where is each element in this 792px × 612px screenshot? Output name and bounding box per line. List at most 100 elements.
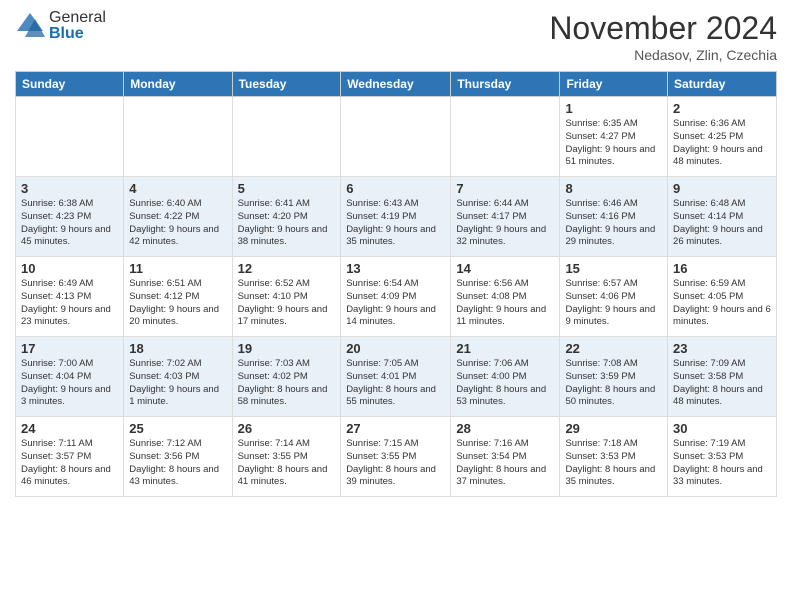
- month-title: November 2024: [549, 10, 777, 47]
- col-sunday: Sunday: [16, 72, 124, 97]
- logo-blue: Blue: [49, 26, 106, 42]
- calendar-cell-w4d0: 24Sunrise: 7:11 AM Sunset: 3:57 PM Dayli…: [16, 417, 124, 497]
- day-number: 6: [346, 181, 445, 196]
- calendar-cell-w0d4: [451, 97, 560, 177]
- logo-text: General Blue: [49, 10, 106, 42]
- calendar-cell-w1d6: 9 Sunrise: 6:48 AM Sunset: 4:14 PM Daylig…: [668, 177, 777, 257]
- day-info: Sunrise: 6:48 AM Sunset: 4:14 PM Dayligh…: [673, 198, 771, 249]
- calendar-cell-w4d5: 29 Sunrise: 7:18 AM Sunset: 3:53 PM Dayli…: [560, 417, 668, 497]
- day-info: Sunrise: 6:52 AM Sunset: 4:10 PM Dayligh…: [238, 278, 336, 329]
- calendar-cell-w4d4: 28 Sunrise: 7:16 AM Sunset: 3:54 PM Dayli…: [451, 417, 560, 497]
- calendar-cell-w4d3: 27 Sunrise: 7:15 AM Sunset: 3:55 PM Dayli…: [341, 417, 451, 497]
- calendar-cell-w0d1: [124, 97, 232, 177]
- day-info: Sunrise: 6:46 AM Sunset: 4:16 PM Dayligh…: [565, 198, 662, 249]
- calendar-cell-w2d2: 12 Sunrise: 6:52 AM Sunset: 4:10 PM Dayli…: [232, 257, 341, 337]
- day-number: 12: [238, 261, 336, 276]
- calendar-cell-w2d3: 13 Sunrise: 6:54 AM Sunset: 4:09 PM Dayli…: [341, 257, 451, 337]
- day-info: Sunrise: 7:15 AM Sunset: 3:55 PM Dayligh…: [346, 438, 445, 489]
- day-info: Sunrise: 7:03 AM Sunset: 4:02 PM Dayligh…: [238, 358, 336, 409]
- day-info: Sunrise: 7:12 AM Sunset: 3:56 PM Dayligh…: [129, 438, 226, 489]
- day-info: Sunrise: 7:00 AM Sunset: 4:04 PM Dayligh…: [21, 358, 118, 409]
- day-info: Sunrise: 6:49 AM Sunset: 4:13 PM Dayligh…: [21, 278, 118, 329]
- day-info: Sunrise: 6:36 AM Sunset: 4:25 PM Dayligh…: [673, 118, 771, 169]
- day-number: 26: [238, 421, 336, 436]
- calendar-cell-w2d1: 11 Sunrise: 6:51 AM Sunset: 4:12 PM Dayli…: [124, 257, 232, 337]
- calendar-cell-w2d4: 14Sunrise: 6:56 AM Sunset: 4:08 PM Dayli…: [451, 257, 560, 337]
- day-number: 10: [21, 261, 118, 276]
- day-number: 25: [129, 421, 226, 436]
- day-number: 30: [673, 421, 771, 436]
- day-info: Sunrise: 7:05 AM Sunset: 4:01 PM Dayligh…: [346, 358, 445, 409]
- day-number: 15: [565, 261, 662, 276]
- day-info: Sunrise: 7:16 AM Sunset: 3:54 PM Dayligh…: [456, 438, 554, 489]
- col-wednesday: Wednesday: [341, 72, 451, 97]
- day-info: Sunrise: 6:54 AM Sunset: 4:09 PM Dayligh…: [346, 278, 445, 329]
- day-info: Sunrise: 6:59 AM Sunset: 4:05 PM Dayligh…: [673, 278, 771, 329]
- day-info: Sunrise: 7:02 AM Sunset: 4:03 PM Dayligh…: [129, 358, 226, 409]
- day-number: 20: [346, 341, 445, 356]
- day-info: Sunrise: 6:41 AM Sunset: 4:20 PM Dayligh…: [238, 198, 336, 249]
- calendar-cell-w0d2: [232, 97, 341, 177]
- day-number: 22: [565, 341, 662, 356]
- calendar-cell-w3d2: 19 Sunrise: 7:03 AM Sunset: 4:02 PM Dayli…: [232, 337, 341, 417]
- day-number: 28: [456, 421, 554, 436]
- calendar-cell-w0d6: 2 Sunrise: 6:36 AM Sunset: 4:25 PM Daylig…: [668, 97, 777, 177]
- logo-general: General: [49, 10, 106, 26]
- logo: General Blue: [15, 10, 106, 42]
- day-info: Sunrise: 6:40 AM Sunset: 4:22 PM Dayligh…: [129, 198, 226, 249]
- day-number: 1: [565, 101, 662, 116]
- day-number: 21: [456, 341, 554, 356]
- day-number: 23: [673, 341, 771, 356]
- day-number: 27: [346, 421, 445, 436]
- day-info: Sunrise: 6:44 AM Sunset: 4:17 PM Dayligh…: [456, 198, 554, 249]
- title-section: November 2024 Nedasov, Zlin, Czechia: [549, 10, 777, 63]
- calendar-cell-w3d0: 17 Sunrise: 7:00 AM Sunset: 4:04 PM Dayli…: [16, 337, 124, 417]
- header: General Blue November 2024 Nedasov, Zlin…: [15, 10, 777, 63]
- page-container: General Blue November 2024 Nedasov, Zlin…: [0, 0, 792, 507]
- day-number: 16: [673, 261, 771, 276]
- calendar-cell-w0d5: 1 Sunrise: 6:35 AM Sunset: 4:27 PM Daylig…: [560, 97, 668, 177]
- calendar-cell-w3d1: 18Sunrise: 7:02 AM Sunset: 4:03 PM Dayli…: [124, 337, 232, 417]
- day-info: Sunrise: 7:06 AM Sunset: 4:00 PM Dayligh…: [456, 358, 554, 409]
- day-number: 24: [21, 421, 118, 436]
- day-number: 13: [346, 261, 445, 276]
- calendar-cell-w0d0: [16, 97, 124, 177]
- day-info: Sunrise: 7:09 AM Sunset: 3:58 PM Dayligh…: [673, 358, 771, 409]
- day-number: 7: [456, 181, 554, 196]
- calendar: Sunday Monday Tuesday Wednesday Thursday…: [15, 71, 777, 497]
- day-number: 17: [21, 341, 118, 356]
- calendar-week-4: 24Sunrise: 7:11 AM Sunset: 3:57 PM Dayli…: [16, 417, 777, 497]
- calendar-cell-w3d4: 21 Sunrise: 7:06 AM Sunset: 4:00 PM Dayli…: [451, 337, 560, 417]
- day-info: Sunrise: 7:08 AM Sunset: 3:59 PM Dayligh…: [565, 358, 662, 409]
- day-info: Sunrise: 7:14 AM Sunset: 3:55 PM Dayligh…: [238, 438, 336, 489]
- day-info: Sunrise: 6:57 AM Sunset: 4:06 PM Dayligh…: [565, 278, 662, 329]
- day-info: Sunrise: 6:38 AM Sunset: 4:23 PM Dayligh…: [21, 198, 118, 249]
- col-saturday: Saturday: [668, 72, 777, 97]
- day-number: 2: [673, 101, 771, 116]
- calendar-cell-w3d6: 23 Sunrise: 7:09 AM Sunset: 3:58 PM Dayli…: [668, 337, 777, 417]
- logo-icon: [15, 11, 45, 41]
- calendar-week-3: 17 Sunrise: 7:00 AM Sunset: 4:04 PM Dayli…: [16, 337, 777, 417]
- day-number: 4: [129, 181, 226, 196]
- calendar-cell-w1d1: 4 Sunrise: 6:40 AM Sunset: 4:22 PM Daylig…: [124, 177, 232, 257]
- day-info: Sunrise: 7:18 AM Sunset: 3:53 PM Dayligh…: [565, 438, 662, 489]
- day-info: Sunrise: 6:56 AM Sunset: 4:08 PM Dayligh…: [456, 278, 554, 329]
- day-number: 29: [565, 421, 662, 436]
- calendar-cell-w1d4: 7 Sunrise: 6:44 AM Sunset: 4:17 PM Daylig…: [451, 177, 560, 257]
- day-number: 9: [673, 181, 771, 196]
- calendar-cell-w2d6: 16 Sunrise: 6:59 AM Sunset: 4:05 PM Dayli…: [668, 257, 777, 337]
- day-number: 11: [129, 261, 226, 276]
- calendar-cell-w1d3: 6 Sunrise: 6:43 AM Sunset: 4:19 PM Daylig…: [341, 177, 451, 257]
- calendar-cell-w1d2: 5Sunrise: 6:41 AM Sunset: 4:20 PM Daylig…: [232, 177, 341, 257]
- day-info: Sunrise: 6:43 AM Sunset: 4:19 PM Dayligh…: [346, 198, 445, 249]
- day-number: 19: [238, 341, 336, 356]
- day-info: Sunrise: 6:51 AM Sunset: 4:12 PM Dayligh…: [129, 278, 226, 329]
- day-info: Sunrise: 6:35 AM Sunset: 4:27 PM Dayligh…: [565, 118, 662, 169]
- day-number: 8: [565, 181, 662, 196]
- col-monday: Monday: [124, 72, 232, 97]
- calendar-cell-w4d2: 26 Sunrise: 7:14 AM Sunset: 3:55 PM Dayli…: [232, 417, 341, 497]
- calendar-cell-w0d3: [341, 97, 451, 177]
- calendar-cell-w2d5: 15 Sunrise: 6:57 AM Sunset: 4:06 PM Dayli…: [560, 257, 668, 337]
- calendar-week-0: 1 Sunrise: 6:35 AM Sunset: 4:27 PM Daylig…: [16, 97, 777, 177]
- calendar-cell-w3d3: 20 Sunrise: 7:05 AM Sunset: 4:01 PM Dayli…: [341, 337, 451, 417]
